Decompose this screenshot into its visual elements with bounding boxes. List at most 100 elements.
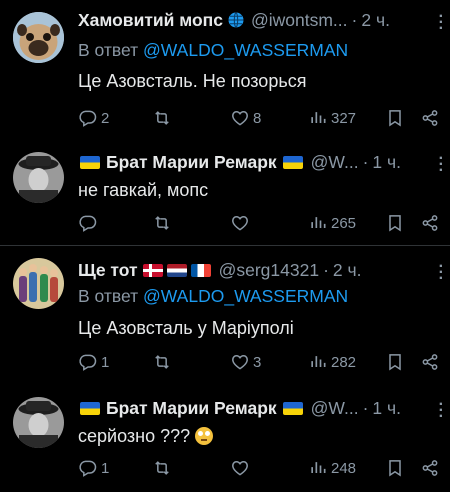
views-count: 282 — [331, 353, 357, 371]
reply-icon — [78, 108, 98, 128]
share-button[interactable] — [420, 106, 440, 130]
author-name[interactable]: Брат Марии Ремарк — [106, 398, 277, 419]
reply-button[interactable]: 2 — [78, 106, 109, 130]
author-name[interactable]: Брат Марии Ремарк — [106, 152, 277, 173]
bar-chart-icon — [308, 213, 328, 233]
tweet-header: Ще тот @serg14321 · 2 ч. — [78, 259, 440, 281]
bookmark-button[interactable] — [385, 211, 405, 235]
tweet[interactable]: Брат Марии Ремарк @W... · 1 ч. · · · серйо… — [0, 390, 450, 492]
more-options-icon[interactable]: · · · — [439, 259, 444, 287]
retweet-icon — [152, 458, 172, 478]
separator-dot: · — [351, 9, 358, 30]
timestamp[interactable]: 2 ч. — [333, 260, 362, 281]
share-icon — [420, 213, 440, 233]
action-bar: 1 248 — [78, 456, 450, 480]
reply-count: 2 — [101, 109, 110, 127]
ukraine-flag-icon — [80, 401, 100, 415]
reply-icon — [78, 458, 98, 478]
heart-icon — [230, 213, 250, 233]
timestamp[interactable]: 2 ч. — [361, 10, 390, 31]
avatar[interactable] — [13, 397, 64, 448]
avatar[interactable] — [13, 258, 64, 309]
more-options-icon[interactable]: · · · — [439, 151, 444, 179]
bookmark-button[interactable] — [385, 456, 405, 480]
action-bar: 265 — [78, 211, 450, 235]
views-button[interactable]: 248 — [308, 456, 356, 480]
bar-chart-icon — [308, 108, 328, 128]
france-flag-icon — [190, 263, 211, 277]
more-options-icon[interactable]: · · · — [439, 9, 444, 37]
retweet-button[interactable] — [152, 106, 175, 130]
tweet-header: Брат Марии Ремарк @W... · 1 ч. — [78, 151, 440, 173]
ukraine-flag-icon — [80, 155, 100, 169]
share-icon — [420, 108, 440, 128]
timestamp[interactable]: 1 ч. — [372, 152, 401, 173]
author-handle[interactable]: @iwontsm... — [251, 10, 348, 31]
pug-avatar-image — [13, 12, 64, 63]
retweet-button[interactable] — [152, 211, 175, 235]
views-button[interactable]: 327 — [308, 106, 356, 130]
reply-button[interactable] — [78, 211, 101, 235]
views-button[interactable]: 265 — [308, 211, 356, 235]
cartoon-group-avatar-image — [13, 258, 64, 309]
retweet-button[interactable] — [152, 456, 175, 480]
share-button[interactable] — [420, 211, 440, 235]
like-button[interactable]: 3 — [230, 350, 261, 374]
timestamp[interactable]: 1 ч. — [372, 398, 401, 419]
ukraine-flag-icon — [282, 155, 303, 169]
share-icon — [420, 352, 440, 372]
views-count: 248 — [331, 459, 357, 477]
author-name[interactable]: Ще тот — [78, 260, 138, 281]
like-count: 3 — [253, 353, 262, 371]
reply-count: 1 — [101, 353, 110, 371]
retweet-icon — [152, 108, 172, 128]
like-button[interactable] — [230, 211, 253, 235]
man-in-hat-avatar-image — [13, 152, 64, 203]
reply-prefix: В ответ — [78, 40, 139, 60]
author-name[interactable]: Хамовитий мопс — [78, 10, 223, 31]
action-bar: 2 8 327 — [78, 106, 450, 130]
bookmark-button[interactable] — [385, 106, 405, 130]
tweet-text: Це Азовсталь у Маріуполі — [78, 318, 294, 338]
tweet[interactable]: Ще тот @serg14321 · 2 ч. · · · В ответ @WA… — [0, 246, 450, 390]
share-button[interactable] — [420, 350, 440, 374]
separator-dot: · — [362, 397, 369, 418]
tweet[interactable]: Брат Марии Ремарк @W... · 1 ч. · · · не га… — [0, 149, 450, 244]
reply-button[interactable]: 1 — [78, 350, 109, 374]
tweet[interactable]: Хамовитий мопс @iwontsm... · 2 ч. · · · В … — [0, 0, 450, 149]
ukraine-flag-icon — [282, 401, 303, 415]
action-bar: 1 3 282 — [78, 350, 450, 374]
reply-icon — [78, 352, 98, 372]
reply-icon — [78, 213, 98, 233]
bar-chart-icon — [308, 458, 328, 478]
reply-button[interactable]: 1 — [78, 456, 109, 480]
bookmark-icon — [385, 213, 405, 233]
reply-mention-link[interactable]: @WALDO_WASSERMAN — [143, 286, 348, 306]
globe-icon — [227, 11, 245, 29]
retweet-button[interactable] — [152, 350, 175, 374]
heart-icon — [230, 458, 250, 478]
author-handle[interactable]: @W... — [311, 152, 359, 173]
denmark-flag-icon — [142, 263, 163, 277]
like-button[interactable] — [230, 456, 253, 480]
like-button[interactable]: 8 — [230, 106, 261, 130]
more-options-icon[interactable]: · · · — [439, 397, 444, 425]
bookmark-button[interactable] — [385, 350, 405, 374]
share-button[interactable] — [420, 456, 440, 480]
reply-mention-link[interactable]: @WALDO_WASSERMAN — [143, 40, 348, 60]
avatar[interactable] — [13, 12, 64, 63]
man-in-hat-avatar-image — [13, 397, 64, 448]
author-handle[interactable]: @W... — [311, 398, 359, 419]
views-button[interactable]: 282 — [308, 350, 356, 374]
netherlands-flag-icon — [166, 263, 187, 277]
author-handle[interactable]: @serg14321 — [219, 260, 319, 281]
reply-prefix: В ответ — [78, 286, 139, 306]
retweet-icon — [152, 213, 172, 233]
tweet-header: Брат Марии Ремарк @W... · 1 ч. — [78, 397, 440, 419]
share-icon — [420, 458, 440, 478]
tweet-text: Це Азовсталь. Не позорься — [78, 71, 307, 91]
bookmark-icon — [385, 352, 405, 372]
avatar[interactable] — [13, 152, 64, 203]
reply-context: В ответ @WALDO_WASSERMAN — [78, 286, 348, 307]
views-count: 265 — [331, 214, 357, 232]
